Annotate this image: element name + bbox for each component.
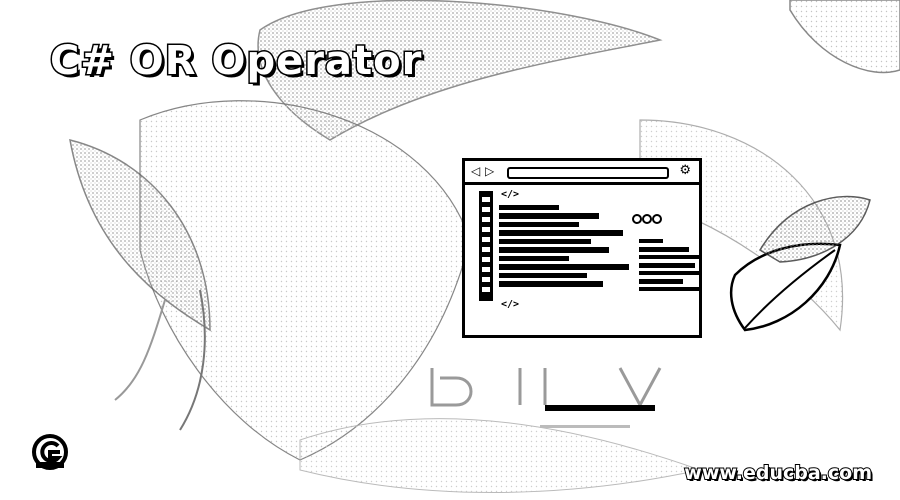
site-url: www.educba.com	[683, 461, 873, 485]
page-title: C# OR Operator	[48, 37, 423, 86]
address-bar	[507, 167, 669, 179]
svg-text:</>: </>	[501, 189, 519, 200]
stem-line	[114, 299, 166, 401]
gear-icon: ⚙	[679, 163, 691, 178]
decorative-letterforms	[430, 367, 662, 409]
window-toolbar: ◁ ▷ ⚙	[465, 161, 699, 185]
underline-bar	[545, 405, 655, 411]
code-lines-graphic: </> </>	[479, 189, 699, 310]
play-icon: ▷	[485, 164, 495, 178]
underline-bar	[540, 425, 630, 428]
educba-logo-icon	[32, 434, 68, 470]
arc-shape	[789, 0, 900, 74]
code-window-illustration: ◁ ▷ ⚙ </> </>	[462, 158, 702, 338]
chevron-left-icon: ◁	[471, 164, 481, 178]
banner: C# OR Operator ◁ ▷ ⚙ </> </> www.educba.…	[0, 0, 900, 500]
svg-text:</>: </>	[501, 299, 519, 310]
leaf-shape	[299, 418, 702, 493]
